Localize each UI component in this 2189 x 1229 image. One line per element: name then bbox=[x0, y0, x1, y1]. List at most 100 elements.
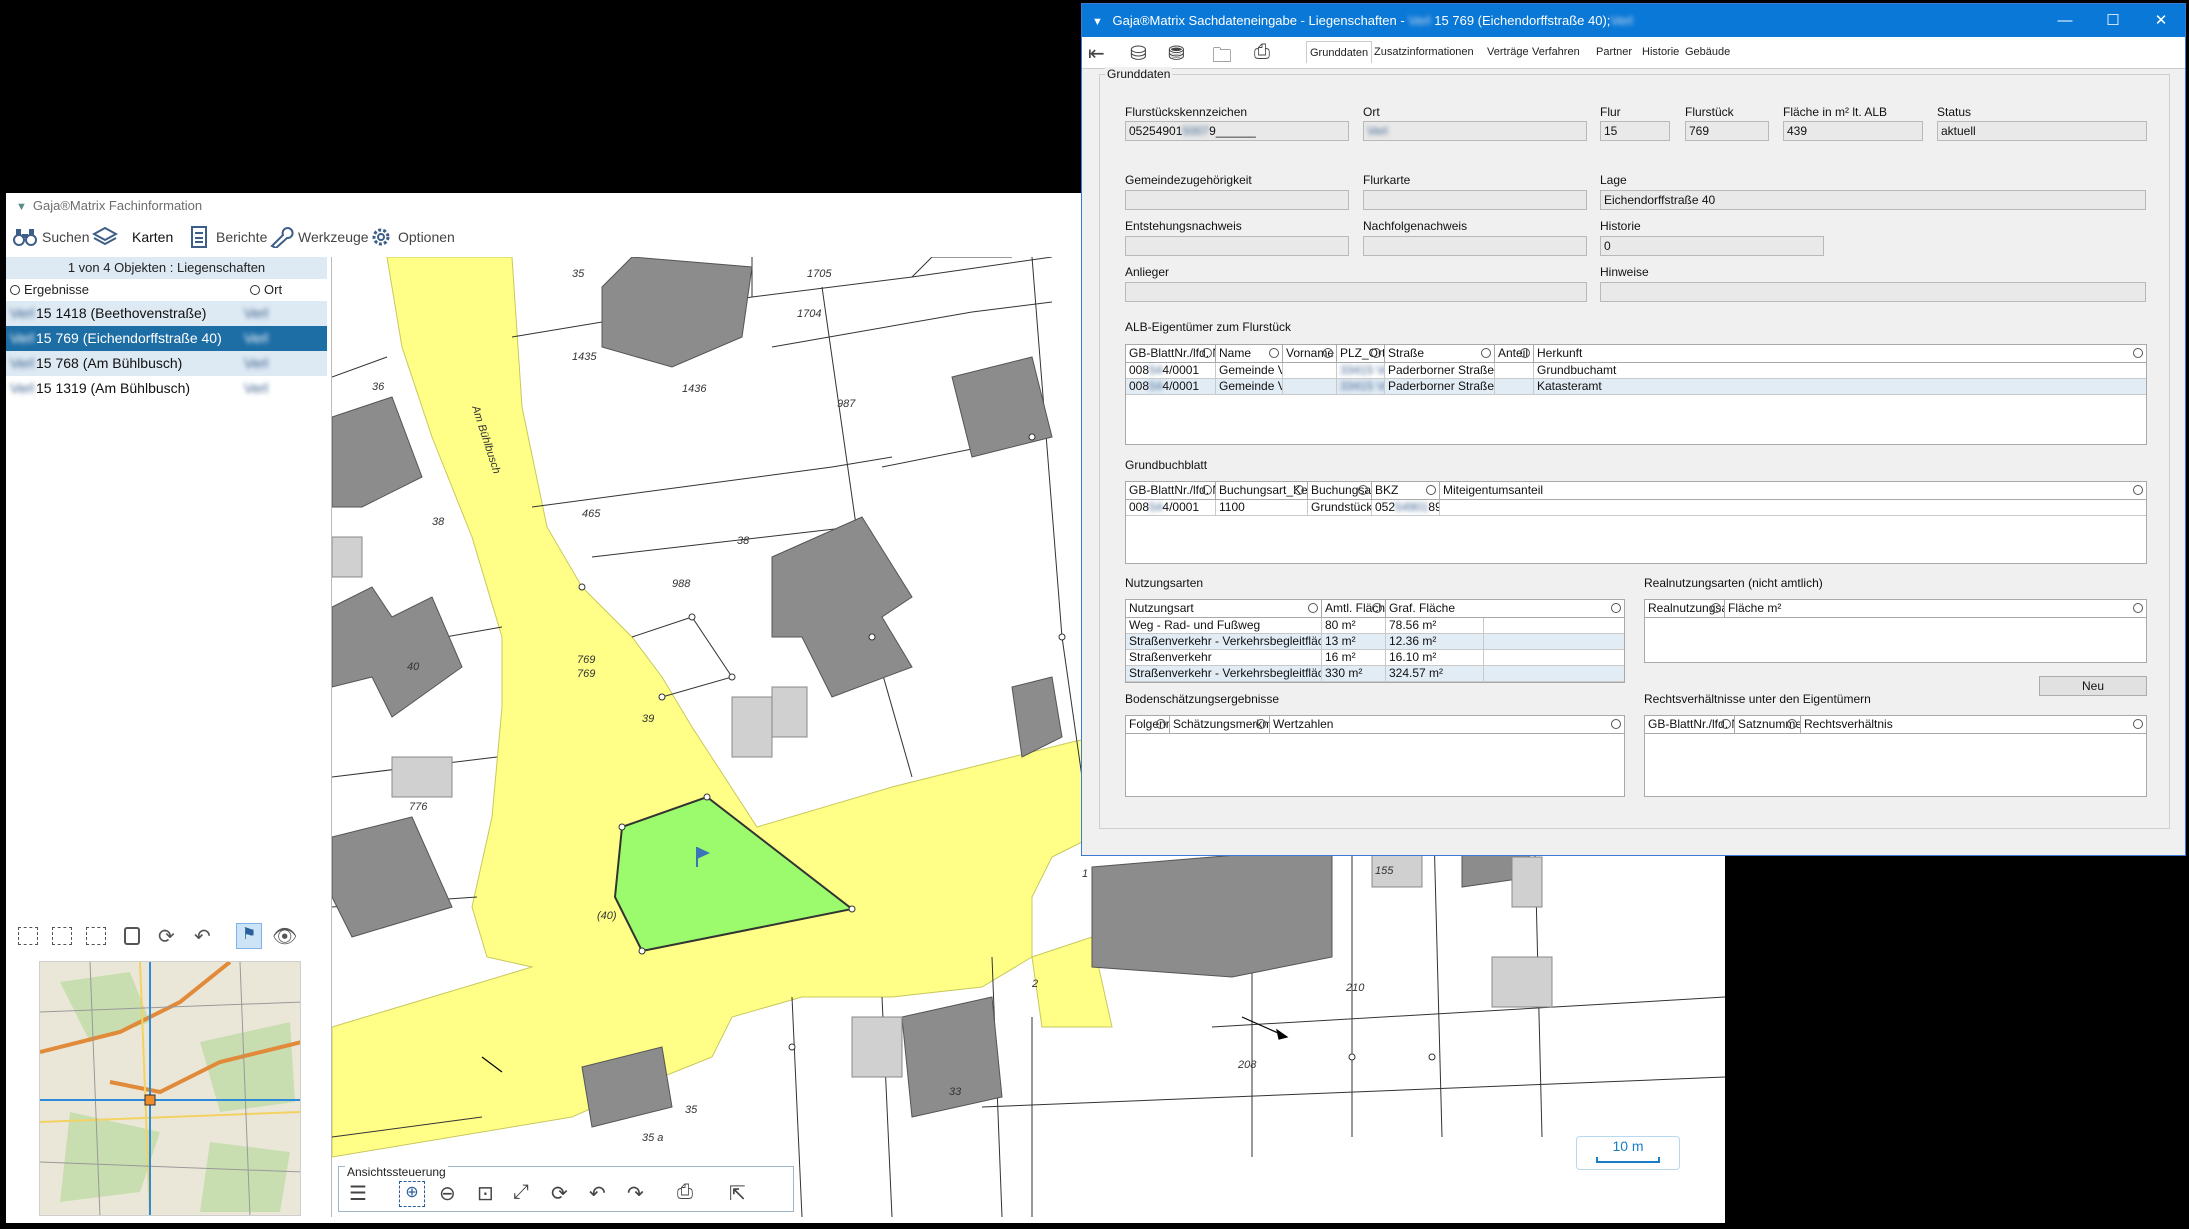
kennzeichen-field[interactable]: 0525490150079______ bbox=[1125, 121, 1349, 141]
new-button[interactable]: Neu bbox=[2039, 676, 2147, 696]
column-header[interactable]: Buchungsart_Kennz bbox=[1216, 482, 1308, 499]
column-header[interactable]: Vorname bbox=[1283, 345, 1337, 362]
column-header[interactable]: GB-BlattNr./lfd. Nr. bbox=[1126, 345, 1216, 362]
zoom-selection-icon[interactable]: ⤢ bbox=[513, 1181, 529, 1204]
reports-button[interactable]: Berichte bbox=[186, 225, 267, 249]
column-header[interactable]: Amtl. Fläche bbox=[1322, 600, 1386, 617]
lage-field[interactable]: Eichendorffstraße 40 bbox=[1600, 190, 2146, 210]
sort-radio-icon[interactable] bbox=[1787, 719, 1797, 729]
column-header[interactable]: Wertzahlen bbox=[1270, 716, 1624, 733]
column-header[interactable]: Herkunft bbox=[1534, 345, 2146, 362]
table-row[interactable]: 008544/0001Gemeinde Verl 33415 VerlPaderb… bbox=[1126, 379, 2146, 395]
grundbuch-table[interactable]: GB-BlattNr./lfd. Nr.Buchungsart_KennzBuc… bbox=[1125, 481, 2147, 564]
result-row[interactable]: Verl 15 1319 (Am Bühlbusch) Verl bbox=[6, 376, 327, 401]
sort-radio-icon[interactable] bbox=[1520, 348, 1530, 358]
tab-6[interactable]: Gebäude bbox=[1682, 41, 1733, 63]
sort-radio-icon[interactable] bbox=[1323, 348, 1333, 358]
zoom-in-icon[interactable]: ⊕ bbox=[399, 1181, 425, 1207]
column-header[interactable]: Nutzungsart bbox=[1126, 600, 1322, 617]
tab-1[interactable]: Zusatzinformationen bbox=[1371, 41, 1477, 63]
deselect-icon[interactable] bbox=[86, 927, 106, 945]
select-multi-icon[interactable] bbox=[52, 927, 72, 945]
sort-radio-icon[interactable] bbox=[1721, 719, 1731, 729]
entstehung-field[interactable] bbox=[1125, 236, 1349, 256]
flur-field[interactable]: 15 bbox=[1600, 121, 1670, 141]
tab-5[interactable]: Historie bbox=[1639, 41, 1682, 63]
col-results[interactable]: Ergebnisse bbox=[24, 279, 89, 301]
column-header[interactable]: Name bbox=[1216, 345, 1283, 362]
column-header[interactable]: GB-BlattNr./lfd. Nr. bbox=[1126, 482, 1216, 499]
tools-button[interactable]: Werkzeuge bbox=[268, 225, 369, 249]
exit-icon[interactable]: ⇤ bbox=[1088, 41, 1105, 66]
flag-tool-icon[interactable]: ⚑ bbox=[236, 923, 262, 949]
column-header[interactable]: Straße bbox=[1385, 345, 1495, 362]
sort-radio-icon[interactable] bbox=[1481, 348, 1491, 358]
flurstueck-field[interactable]: 769 bbox=[1685, 121, 1769, 141]
column-header[interactable]: Buchungsart bbox=[1308, 482, 1372, 499]
table-row[interactable]: 008544/00011100Grundstück052549018954 bbox=[1126, 500, 2146, 516]
sort-radio-icon[interactable] bbox=[250, 285, 260, 295]
sort-radio-icon[interactable] bbox=[1256, 719, 1266, 729]
sort-radio-icon[interactable] bbox=[1611, 719, 1621, 729]
tab-3[interactable]: Verfahren bbox=[1529, 41, 1583, 63]
legend-list-icon[interactable]: ☰ bbox=[349, 1181, 367, 1206]
column-header[interactable]: Anteil bbox=[1495, 345, 1534, 362]
column-header[interactable]: GB-BlattNr./lfd. Nr. bbox=[1645, 716, 1735, 733]
anlieger-field[interactable] bbox=[1125, 282, 1587, 302]
sort-radio-icon[interactable] bbox=[1156, 719, 1166, 729]
sort-radio-icon[interactable] bbox=[1308, 603, 1318, 613]
select-rect-icon[interactable] bbox=[18, 927, 38, 945]
sort-radio-icon[interactable] bbox=[1426, 485, 1436, 495]
column-header[interactable]: Miteigentumsanteil bbox=[1440, 482, 2146, 499]
identify-cursor-icon[interactable]: ⇱ bbox=[729, 1181, 746, 1206]
col-place[interactable]: Ort bbox=[264, 279, 282, 301]
table-row[interactable]: Straßenverkehr - Verkehrsbegleitfläche S… bbox=[1126, 666, 1624, 682]
refresh-map-icon[interactable]: ⟳ bbox=[551, 1181, 568, 1206]
column-header[interactable]: BKZ bbox=[1372, 482, 1440, 499]
result-row[interactable]: Verl 15 769 (Eichendorffstraße 40) Verl bbox=[6, 326, 327, 351]
result-row[interactable]: Verl 15 768 (Am Bühlbusch) Verl bbox=[6, 351, 327, 376]
column-header[interactable]: PLZ_Ort bbox=[1337, 345, 1385, 362]
nutzungsarten-table[interactable]: Nutzungsart Amtl. Fläche Graf. Fläche Weg -… bbox=[1125, 599, 1625, 683]
undo-icon[interactable]: ↶ bbox=[194, 924, 211, 949]
hinweise-field[interactable] bbox=[1600, 282, 2146, 302]
column-header[interactable]: Rechtsverhältnis bbox=[1801, 716, 2146, 733]
column-header[interactable]: Folgenr bbox=[1126, 716, 1170, 733]
sort-radio-icon[interactable] bbox=[2133, 348, 2143, 358]
sort-radio-icon[interactable] bbox=[2133, 719, 2143, 729]
sort-radio-icon[interactable] bbox=[1294, 485, 1304, 495]
column-header[interactable]: Fläche m² bbox=[1725, 600, 2146, 617]
sort-radio-icon[interactable] bbox=[1202, 348, 1212, 358]
open-folder-icon[interactable]: 🗀 bbox=[1212, 41, 1232, 75]
flurkarte-field[interactable] bbox=[1363, 190, 1587, 210]
table-row[interactable]: Weg - Rad- und Fußweg 80 m² 78.56 m² bbox=[1126, 618, 1624, 634]
delete-selection-icon[interactable] bbox=[124, 927, 140, 945]
column-header[interactable]: Realnutzungsart bbox=[1645, 600, 1725, 617]
sort-radio-icon[interactable] bbox=[1371, 348, 1381, 358]
sort-radio-icon[interactable] bbox=[2133, 603, 2143, 613]
status-field[interactable]: aktuell bbox=[1937, 121, 2147, 141]
nachfolge-field[interactable] bbox=[1363, 236, 1587, 256]
options-button[interactable]: Optionen bbox=[368, 225, 455, 249]
realnutzungsarten-table[interactable]: RealnutzungsartFläche m² bbox=[1644, 599, 2147, 663]
historie-field[interactable]: 0 bbox=[1600, 236, 1824, 256]
tab-2[interactable]: Verträge bbox=[1484, 41, 1532, 63]
save-icon[interactable]: ⛁ bbox=[1130, 41, 1147, 66]
result-row[interactable]: Verl 15 1418 (Beethovenstraße) Verl bbox=[6, 301, 327, 326]
overview-minimap[interactable] bbox=[39, 961, 301, 1216]
search-button[interactable]: Suchen bbox=[12, 225, 89, 249]
sort-radio-icon[interactable] bbox=[1611, 603, 1621, 613]
print-icon[interactable]: ⎙ bbox=[677, 1181, 693, 1204]
tab-0[interactable]: Grunddaten bbox=[1306, 41, 1373, 63]
column-header[interactable]: Schätzungsmerkmal bbox=[1170, 716, 1270, 733]
maximize-icon[interactable]: ☐ bbox=[2089, 4, 2137, 37]
forward-icon[interactable]: ↷ bbox=[627, 1181, 644, 1206]
column-header[interactable]: Satznummer bbox=[1735, 716, 1801, 733]
sort-radio-icon[interactable] bbox=[1358, 485, 1368, 495]
sort-radio-icon[interactable] bbox=[2133, 485, 2143, 495]
maps-button[interactable]: Karten bbox=[92, 225, 173, 249]
bodenschaetzung-table[interactable]: FolgenrSchätzungsmerkmalWertzahlen bbox=[1125, 715, 1625, 797]
sort-radio-icon[interactable] bbox=[1711, 603, 1721, 613]
minimize-icon[interactable]: — bbox=[2041, 4, 2089, 37]
eye-icon[interactable]: 👁 bbox=[272, 924, 297, 949]
